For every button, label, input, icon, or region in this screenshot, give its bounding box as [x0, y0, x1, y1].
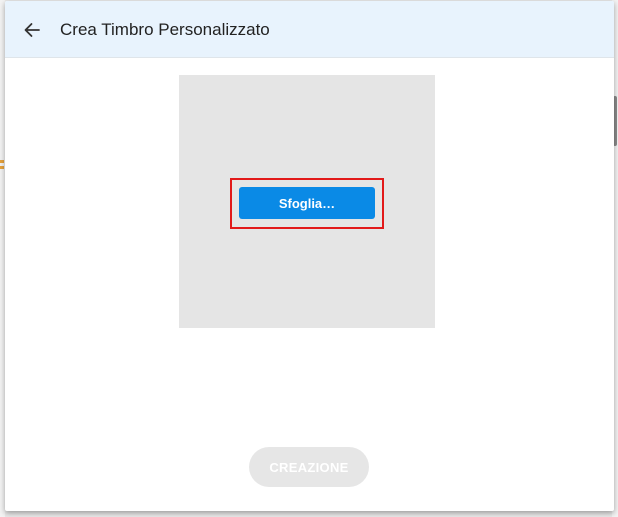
- browse-button[interactable]: Sfoglia…: [239, 187, 375, 219]
- dialog-header: Crea Timbro Personalizzato: [5, 1, 614, 58]
- create-stamp-dialog: Crea Timbro Personalizzato Sfoglia… CREA…: [5, 1, 614, 511]
- stamp-preview-area: Sfoglia…: [179, 75, 435, 328]
- background-icon: [0, 160, 4, 176]
- create-button[interactable]: CREAZIONE: [249, 447, 369, 487]
- arrow-left-icon: [24, 23, 40, 37]
- back-button[interactable]: [17, 15, 47, 45]
- dialog-title: Crea Timbro Personalizzato: [60, 20, 270, 39]
